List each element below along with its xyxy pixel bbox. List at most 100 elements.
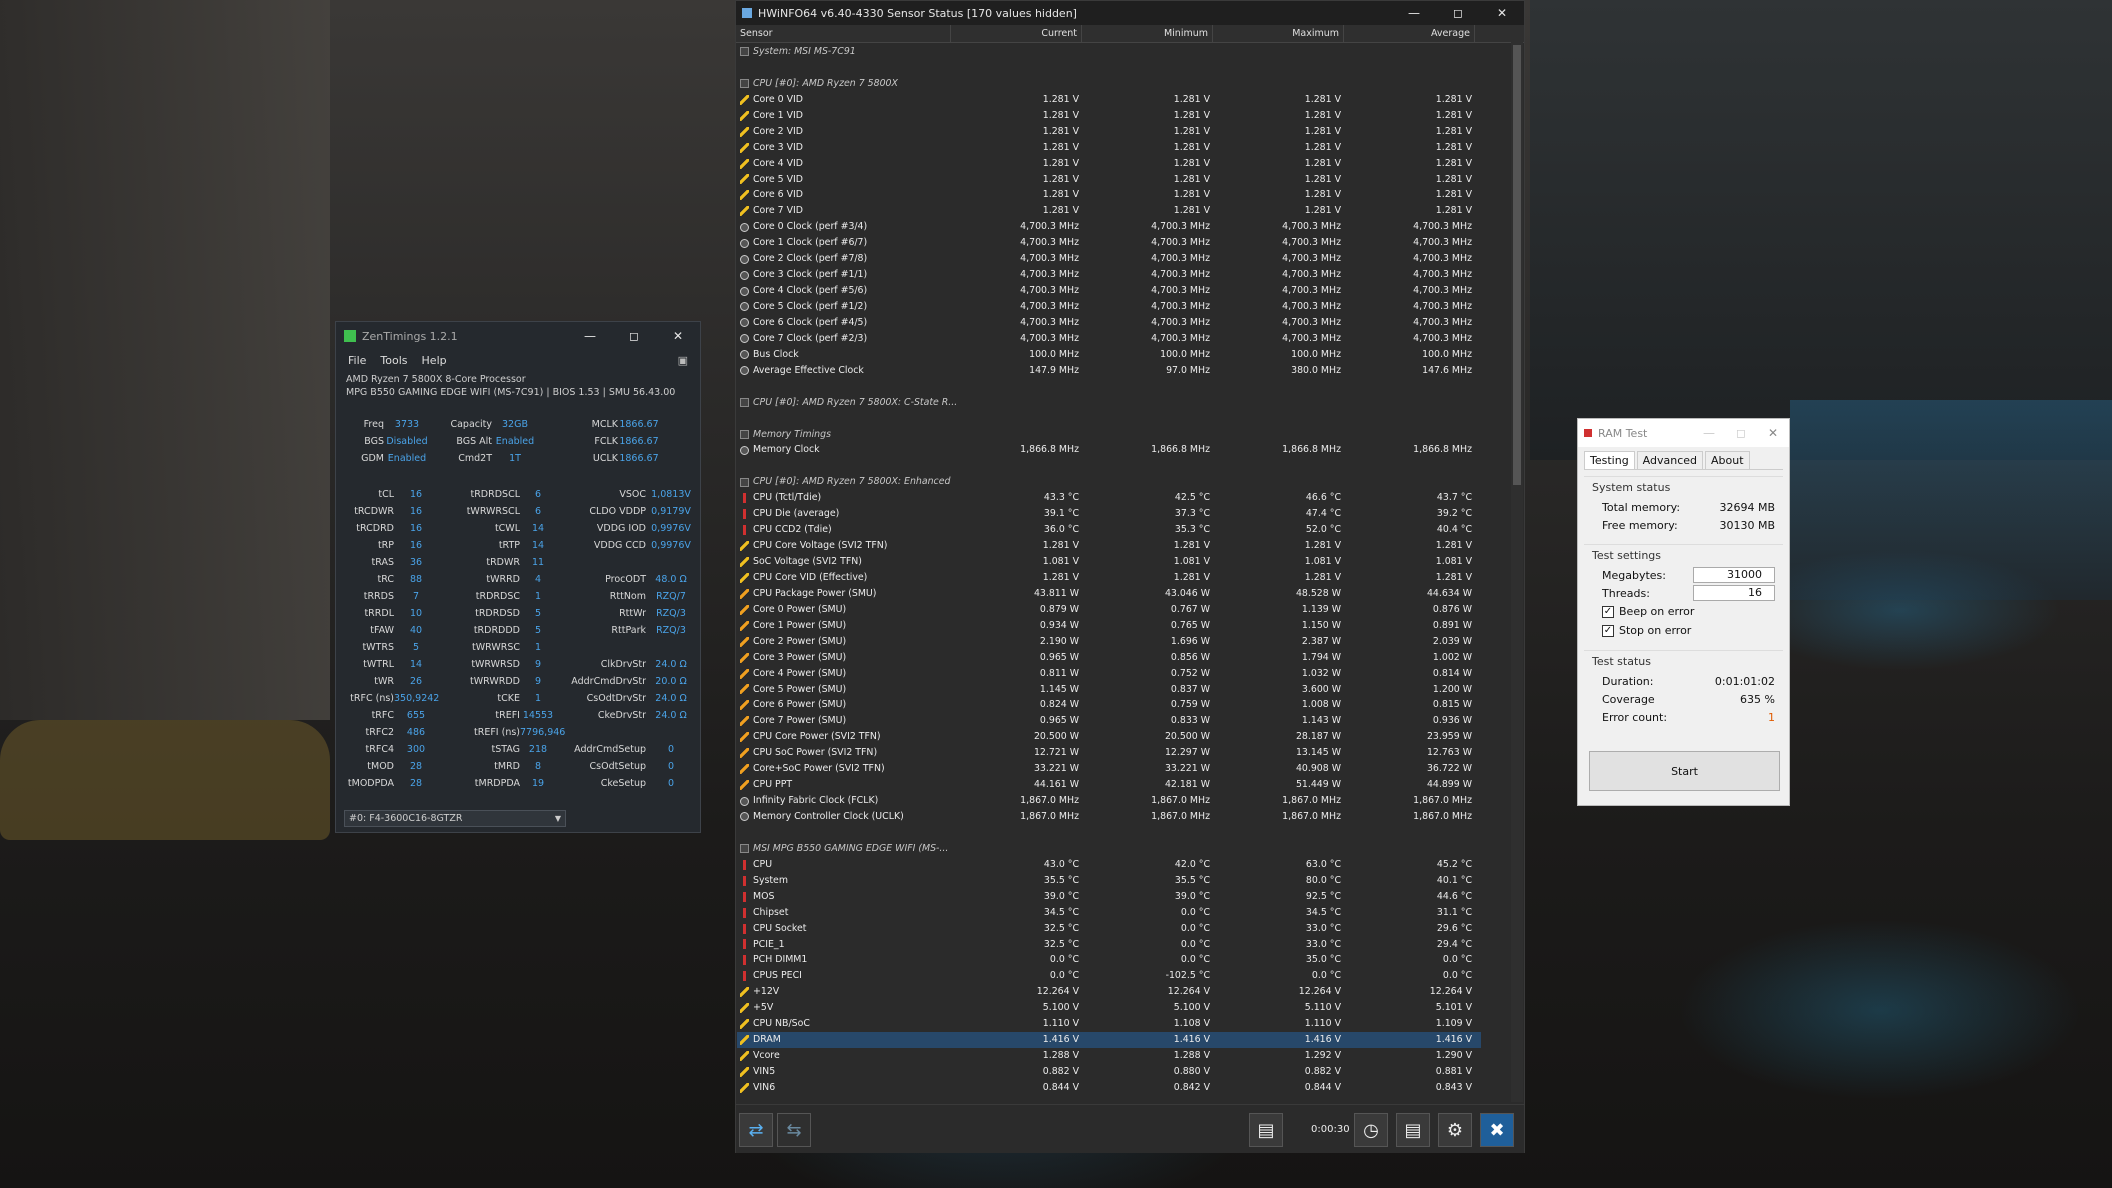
sensor-row[interactable]: Infinity Fabric Clock (FCLK) 1,867.0 MHz 1… <box>737 793 1481 809</box>
sensor-row[interactable]: CPU Core VID (Effective) 1.281 V 1.281 V 1.… <box>737 570 1481 586</box>
tab-advanced[interactable]: Advanced <box>1636 451 1704 469</box>
sensor-row[interactable]: Core 2 Power (SMU) 2.190 W 1.696 W 2.387 W 2… <box>737 634 1481 650</box>
tab-testing[interactable]: Testing <box>1584 451 1635 469</box>
sensor-row[interactable]: Core 4 Clock (perf #5/6) 4,700.3 MHz 4,700… <box>737 283 1481 299</box>
sensor-row[interactable]: CPU 43.0 °C 42.0 °C 63.0 °C 45.2 °C <box>737 857 1481 873</box>
arrows-left-right-icon[interactable]: ⇄ <box>739 1113 773 1147</box>
clock-icon[interactable]: ◷ <box>1354 1113 1388 1147</box>
sensor-row[interactable]: Memory Clock 1,866.8 MHz 1,866.8 MHz 1,866.… <box>737 442 1481 458</box>
tab-about[interactable]: About <box>1705 451 1750 469</box>
vertical-scrollbar[interactable] <box>1511 25 1523 1102</box>
sensor-group-row[interactable]: CPU [#0]: AMD Ryzen 7 5800X: C-State R..… <box>737 395 1481 411</box>
sensor-row[interactable]: Core 5 Clock (perf #1/2) 4,700.3 MHz 4,700… <box>737 299 1481 315</box>
close-icon[interactable]: ✕ <box>656 329 700 343</box>
sensor-row[interactable]: Core 1 Clock (perf #6/7) 4,700.3 MHz 4,700… <box>737 235 1481 251</box>
group-icon[interactable] <box>740 398 749 408</box>
zentimings-titlebar[interactable]: ZenTimings 1.2.1 — ◻ ✕ <box>336 322 700 350</box>
sensor-row[interactable]: Core 7 VID 1.281 V 1.281 V 1.281 V 1.281 V <box>737 203 1481 219</box>
network-icon[interactable]: ▤ <box>1249 1113 1283 1147</box>
sensor-row[interactable]: Core 4 Power (SMU) 0.811 W 0.752 W 1.032 W 0… <box>737 666 1481 682</box>
sensor-row[interactable]: VIN6 0.844 V 0.842 V 0.844 V 0.843 V <box>737 1080 1481 1096</box>
sensor-row[interactable]: Chipset 34.5 °C 0.0 °C 34.5 °C 31.1 °C <box>737 905 1481 921</box>
sensor-row[interactable]: Core 0 Power (SMU) 0.879 W 0.767 W 1.139 W 0… <box>737 602 1481 618</box>
sensor-row[interactable]: CPU CCD2 (Tdie) 36.0 °C 35.3 °C 52.0 °C 40.4… <box>737 522 1481 538</box>
sensor-row[interactable]: CPU Core Power (SVI2 TFN) 20.500 W 20.500 … <box>737 729 1481 745</box>
maximize-icon[interactable]: ◻ <box>1725 426 1757 440</box>
sensor-row[interactable]: CPU PPT 44.161 W 42.181 W 51.449 W 44.899 W <box>737 777 1481 793</box>
sensor-row[interactable]: Core 3 Clock (perf #1/1) 4,700.3 MHz 4,700… <box>737 267 1481 283</box>
sensor-row[interactable]: CPU NB/SoC 1.110 V 1.108 V 1.110 V 1.109 V <box>737 1016 1481 1032</box>
sensor-group-row[interactable]: System: MSI MS-7C91 <box>737 44 1481 60</box>
sensor-row[interactable]: VIN5 0.882 V 0.880 V 0.882 V 0.881 V <box>737 1064 1481 1080</box>
group-icon[interactable] <box>740 477 749 487</box>
sensor-row[interactable]: Core 2 Clock (perf #7/8) 4,700.3 MHz 4,700… <box>737 251 1481 267</box>
group-icon[interactable] <box>740 47 749 57</box>
sensor-group-row[interactable]: MSI MPG B550 GAMING EDGE WIFI (MS-... <box>737 841 1481 857</box>
sensor-row[interactable]: CPU Socket 32.5 °C 0.0 °C 33.0 °C 29.6 °C <box>737 921 1481 937</box>
sensor-row[interactable]: PCH DIMM1 0.0 °C 0.0 °C 35.0 °C 0.0 °C <box>737 952 1481 968</box>
sensor-row[interactable]: +5V 5.100 V 5.100 V 5.110 V 5.101 V <box>737 1000 1481 1016</box>
close-icon[interactable]: ✕ <box>1757 426 1789 440</box>
sensor-row[interactable]: Core 6 Clock (perf #4/5) 4,700.3 MHz 4,700… <box>737 315 1481 331</box>
sensor-group-row[interactable]: Memory Timings <box>737 427 1481 443</box>
camera-icon[interactable]: ▣ <box>678 354 688 367</box>
sensor-row[interactable]: CPU SoC Power (SVI2 TFN) 12.721 W 12.297 W… <box>737 745 1481 761</box>
sensor-row[interactable]: Core 1 Power (SMU) 0.934 W 0.765 W 1.150 W 0… <box>737 618 1481 634</box>
col-sensor[interactable]: Sensor <box>736 25 951 42</box>
sensor-row[interactable]: Core 1 VID 1.281 V 1.281 V 1.281 V 1.281 V <box>737 108 1481 124</box>
sensor-row[interactable]: Core+SoC Power (SVI2 TFN) 33.221 W 33.221 … <box>737 761 1481 777</box>
menu-file[interactable]: File <box>348 354 366 367</box>
group-icon[interactable] <box>740 79 749 89</box>
menu-help[interactable]: Help <box>422 354 447 367</box>
sensor-row[interactable]: CPUS PECI 0.0 °C -102.5 °C 0.0 °C 0.0 °C <box>737 968 1481 984</box>
col-average[interactable]: Average <box>1344 25 1475 42</box>
threads-input[interactable]: 16 <box>1693 585 1775 601</box>
sensor-group-row[interactable]: CPU [#0]: AMD Ryzen 7 5800X: Enhanced <box>737 474 1481 490</box>
close-icon[interactable]: ✕ <box>1480 6 1524 20</box>
sensor-row[interactable]: DRAM 1.416 V 1.416 V 1.416 V 1.416 V <box>737 1032 1481 1049</box>
sensor-row[interactable]: PCIE_1 32.5 °C 0.0 °C 33.0 °C 29.4 °C <box>737 937 1481 953</box>
col-minimum[interactable]: Minimum <box>1082 25 1213 42</box>
ramtest-titlebar[interactable]: RAM Test — ◻ ✕ <box>1578 419 1789 447</box>
hwinfo-titlebar[interactable]: HWiNFO64 v6.40-4330 Sensor Status [170 v… <box>736 1 1524 25</box>
group-icon[interactable] <box>740 429 749 439</box>
sensor-row[interactable]: CPU Core Voltage (SVI2 TFN) 1.281 V 1.281 … <box>737 538 1481 554</box>
sensor-row[interactable]: MOS 39.0 °C 39.0 °C 92.5 °C 44.6 °C <box>737 889 1481 905</box>
sensor-row[interactable]: System 35.5 °C 35.5 °C 80.0 °C 40.1 °C <box>737 873 1481 889</box>
col-maximum[interactable]: Maximum <box>1213 25 1344 42</box>
dimm-select[interactable]: #0: F4-3600C16-8GTZR ▼ <box>344 810 566 827</box>
col-current[interactable]: Current <box>951 25 1082 42</box>
minimize-icon[interactable]: — <box>1693 426 1725 440</box>
gear-icon[interactable]: ⚙ <box>1438 1113 1472 1147</box>
start-button[interactable]: Start <box>1589 751 1780 791</box>
sensor-row[interactable]: Core 6 VID 1.281 V 1.281 V 1.281 V 1.281 V <box>737 187 1481 203</box>
sensor-row[interactable]: Bus Clock 100.0 MHz 100.0 MHz 100.0 MHz 100.… <box>737 347 1481 363</box>
sensor-row[interactable]: Core 7 Power (SMU) 0.965 W 0.833 W 1.143 W 0… <box>737 713 1481 729</box>
minimize-icon[interactable]: — <box>568 329 612 343</box>
report-icon[interactable]: ▤ <box>1396 1113 1430 1147</box>
megabytes-input[interactable]: 31000 <box>1693 567 1775 583</box>
sensor-row[interactable]: Core 2 VID 1.281 V 1.281 V 1.281 V 1.281 V <box>737 124 1481 140</box>
sensor-row[interactable]: CPU (Tctl/Tdie) 43.3 °C 42.5 °C 46.6 °C 43.7… <box>737 490 1481 506</box>
sensor-row[interactable]: Average Effective Clock 147.9 MHz 97.0 MHz… <box>737 363 1481 379</box>
sensor-row[interactable]: Core 3 Power (SMU) 0.965 W 0.856 W 1.794 W 1… <box>737 650 1481 666</box>
sensor-row[interactable]: SoC Voltage (SVI2 TFN) 1.081 V 1.081 V 1.08… <box>737 554 1481 570</box>
sensor-row[interactable]: Core 6 Power (SMU) 0.824 W 0.759 W 1.008 W 0… <box>737 697 1481 713</box>
close-icon[interactable]: ✖ <box>1480 1113 1514 1147</box>
beep-on-error-checkbox[interactable]: ✓ <box>1602 605 1614 618</box>
group-icon[interactable] <box>740 844 749 854</box>
scrollbar-thumb[interactable] <box>1513 45 1521 485</box>
sensor-row[interactable]: Core 0 VID 1.281 V 1.281 V 1.281 V 1.281 V <box>737 92 1481 108</box>
maximize-icon[interactable]: ◻ <box>612 329 656 343</box>
sensor-row[interactable]: Core 4 VID 1.281 V 1.281 V 1.281 V 1.281 V <box>737 156 1481 172</box>
sensor-row[interactable]: Core 0 Clock (perf #3/4) 4,700.3 MHz 4,700… <box>737 219 1481 235</box>
sensor-row[interactable]: Vcore 1.288 V 1.288 V 1.292 V 1.290 V <box>737 1048 1481 1064</box>
sensor-row[interactable]: Core 7 Clock (perf #2/3) 4,700.3 MHz 4,700… <box>737 331 1481 347</box>
sensor-row[interactable]: Core 5 Power (SMU) 1.145 W 0.837 W 3.600 W 1… <box>737 682 1481 698</box>
stop-on-error-checkbox[interactable]: ✓ <box>1602 624 1614 637</box>
maximize-icon[interactable]: ◻ <box>1436 6 1480 20</box>
arrows-collapse-icon[interactable]: ⇆ <box>777 1113 811 1147</box>
menu-tools[interactable]: Tools <box>380 354 407 367</box>
sensor-row[interactable]: +12V 12.264 V 12.264 V 12.264 V 12.264 V <box>737 984 1481 1000</box>
minimize-icon[interactable]: — <box>1392 6 1436 20</box>
